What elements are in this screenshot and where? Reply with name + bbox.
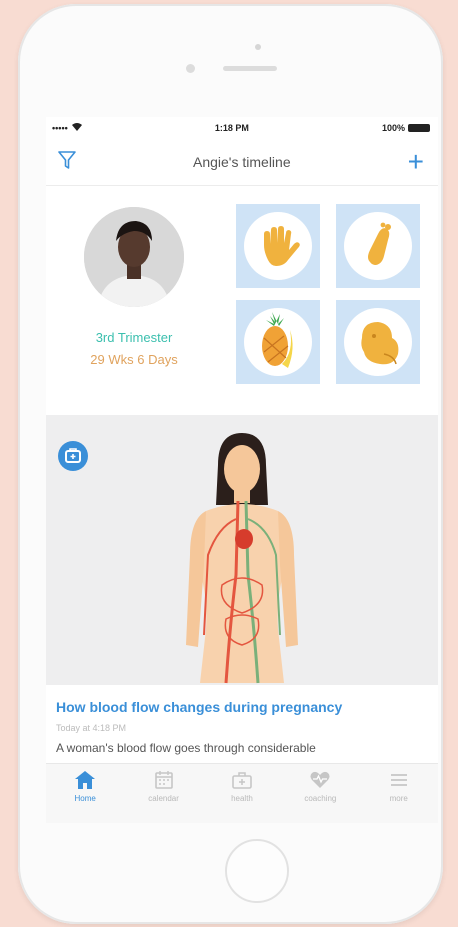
signal-strength: •••••: [52, 123, 68, 133]
tab-home[interactable]: Home: [50, 764, 120, 803]
trimester-label: 3rd Trimester: [95, 330, 173, 345]
battery-percent: 100%: [381, 123, 405, 133]
menu-icon: [390, 774, 407, 786]
article-card-image[interactable]: [46, 415, 438, 685]
calendar-icon: [154, 771, 173, 789]
wifi-icon: [71, 123, 82, 133]
tab-label: more: [389, 794, 408, 803]
tab-more[interactable]: more: [364, 764, 434, 803]
tab-label: Home: [74, 794, 96, 803]
tab-health[interactable]: health: [207, 764, 277, 803]
filter-icon[interactable]: [58, 150, 76, 175]
briefcase-icon: [232, 772, 252, 789]
weeks-label: 29 Wks 6 Days: [90, 352, 178, 367]
category-badge: [58, 441, 88, 471]
navigation-bar: Angie's timeline +: [46, 139, 438, 186]
milestone-tile-fetus[interactable]: [336, 300, 420, 384]
status-time: 1:18 PM: [214, 123, 249, 133]
tab-label: calendar: [148, 794, 179, 803]
home-icon: [75, 771, 96, 789]
battery-icon: [408, 124, 430, 132]
tab-label: health: [231, 794, 253, 803]
sensor-dot: [255, 44, 261, 50]
article-timestamp: Today at 4:18 PM: [56, 723, 127, 733]
tab-coaching[interactable]: coaching: [285, 764, 355, 803]
milestone-tile-pineapple[interactable]: [236, 300, 320, 384]
body-illustration: [186, 433, 298, 684]
plus-icon[interactable]: +: [408, 148, 424, 176]
foot-icon: [368, 222, 391, 265]
hand-icon: [264, 226, 300, 266]
pineapple-banana-icon: [262, 312, 293, 368]
home-button[interactable]: [225, 839, 289, 903]
milestone-tile-hand[interactable]: [236, 204, 320, 288]
earpiece-speaker: [223, 66, 277, 71]
tab-calendar[interactable]: calendar: [129, 764, 199, 803]
fetus-icon: [361, 322, 399, 365]
avatar[interactable]: [84, 207, 184, 307]
status-bar: ••••• 1:18 PM 100%: [46, 117, 438, 139]
article-snippet: A woman's blood flow goes through consid…: [56, 741, 316, 755]
tab-label: coaching: [304, 794, 337, 803]
heart-icon: [310, 771, 330, 788]
profile-summary: 3rd Trimester 29 Wks 6 Days: [46, 186, 438, 473]
front-camera: [186, 64, 195, 73]
milestone-tile-foot[interactable]: [336, 204, 420, 288]
app-screen: ••••• 1:18 PM 100% Angie's timeline + 3r…: [46, 117, 438, 823]
first-aid-icon: [65, 448, 81, 463]
article-title[interactable]: How blood flow changes during pregnancy: [56, 699, 342, 715]
tab-bar: Home calendar health coaching more: [46, 763, 438, 823]
page-title: Angie's timeline: [193, 154, 291, 170]
